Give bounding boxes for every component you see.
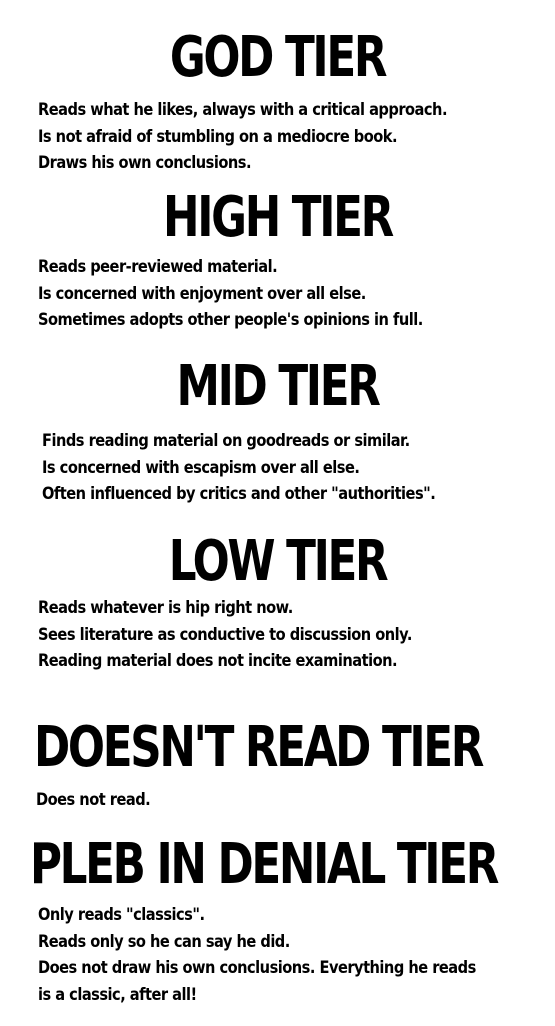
tier-line: Often influenced by critics and other "a… — [42, 484, 436, 504]
tier-line: Is not afraid of stumbling on a mediocre… — [38, 126, 398, 147]
tier-line: Draws his own conclusions. — [38, 153, 251, 173]
tier-line: Is concerned with enjoyment over all els… — [38, 283, 366, 304]
tier-description-low: Reads whatever is hip right now. Sees li… — [38, 595, 412, 675]
tier-line: Is concerned with escapism over all else… — [42, 457, 360, 478]
tier-heading-doesnt-read: DOESN'T READ TIER — [34, 715, 484, 780]
tier-description-high: Reads peer-reviewed material. Is concern… — [38, 254, 423, 334]
tier-line: Does not draw his own conclusions. Every… — [38, 958, 476, 978]
tier-line: is a classic, after all! — [38, 984, 197, 1005]
tier-line: Reads whatever is hip right now. — [38, 598, 293, 618]
tier-heading-mid: MID TIER — [176, 354, 381, 419]
tier-heading-high: HIGH TIER — [163, 185, 394, 250]
tier-heading-god: GOD TIER — [169, 25, 388, 90]
tier-line: Sometimes adopts other people's opinions… — [38, 310, 423, 330]
tier-line: Sees literature as conductive to discuss… — [38, 624, 412, 645]
tier-line: Reads peer-reviewed material. — [38, 257, 278, 277]
tier-line: Does not read. — [36, 790, 151, 810]
tier-line: Reads what he likes, always with a criti… — [38, 100, 447, 120]
tier-line: Finds reading material on goodreads or s… — [42, 431, 410, 451]
tier-line: Reads only so he can say he did. — [38, 931, 290, 952]
tier-heading-pleb-in-denial: PLEB IN DENIAL TIER — [30, 832, 499, 897]
tier-description-god: Reads what he likes, always with a criti… — [38, 97, 447, 177]
tier-line: Reading material does not incite examina… — [38, 651, 398, 671]
tier-line: Only reads "classics". — [38, 905, 205, 925]
tier-description-doesnt-read: Does not read. — [36, 787, 151, 814]
tier-description-mid: Finds reading material on goodreads or s… — [42, 428, 436, 508]
tier-description-pleb-in-denial: Only reads "classics". Reads only so he … — [38, 902, 476, 1008]
tier-heading-low: LOW TIER — [168, 529, 389, 594]
